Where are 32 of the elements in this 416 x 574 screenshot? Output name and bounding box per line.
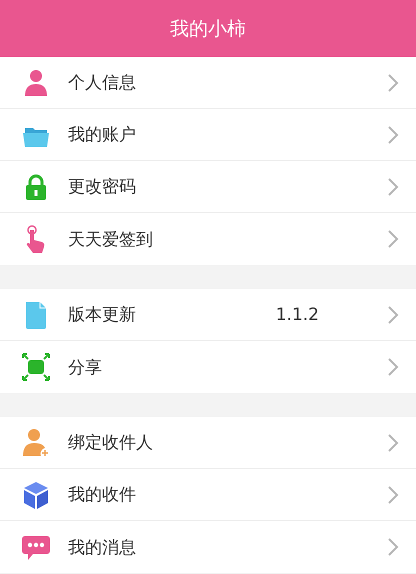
menu-item[interactable]: 绑定收件人	[0, 417, 416, 469]
menu-item[interactable]: 我的收件	[0, 469, 416, 521]
chevron-right-icon	[387, 124, 399, 144]
menu-label: 我的账户	[68, 124, 136, 146]
menu-item[interactable]: 版本更新 1.1.2	[0, 289, 416, 341]
menu-label: 绑定收件人	[68, 432, 153, 454]
chevron-right-icon	[387, 357, 399, 377]
menu-item[interactable]: 更改密码	[0, 161, 416, 213]
chevron-right-icon	[387, 176, 399, 196]
cube-icon	[21, 480, 51, 510]
expand-icon	[21, 352, 51, 382]
chevron-right-icon	[387, 229, 399, 249]
menu-label: 版本更新	[68, 304, 136, 326]
chevron-right-icon	[387, 432, 399, 452]
menu-item[interactable]: 我的账户	[0, 109, 416, 161]
add-person-icon	[21, 428, 51, 458]
menu-item[interactable]: 天天爱签到	[0, 213, 416, 265]
chevron-right-icon	[387, 537, 399, 557]
menu-label: 我的收件	[68, 484, 136, 506]
menu-label: 个人信息	[68, 72, 136, 94]
menu-item[interactable]: 分享	[0, 341, 416, 393]
menu-item[interactable]: 我的消息	[0, 521, 416, 573]
menu-label: 更改密码	[68, 176, 136, 198]
menu-label: 天天爱签到	[68, 228, 153, 250]
menu-label: 我的消息	[68, 536, 136, 558]
menu-label: 分享	[68, 356, 102, 378]
chevron-right-icon	[387, 72, 399, 92]
chevron-right-icon	[387, 484, 399, 504]
chevron-right-icon	[387, 304, 399, 324]
version-number: 1.1.2	[276, 304, 319, 324]
header-title: 我的小柿	[170, 16, 246, 42]
menu-item[interactable]: 个人信息	[0, 57, 416, 109]
